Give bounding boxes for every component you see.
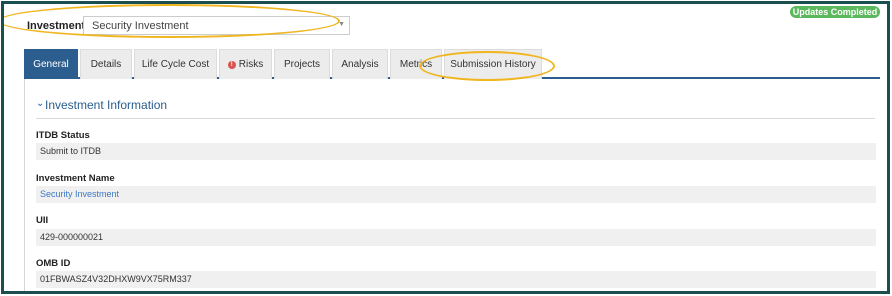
field-value-investment-name[interactable]: Security Investment	[36, 186, 876, 203]
section-title: Investment Information	[45, 98, 168, 112]
tab-analysis[interactable]: Analysis	[332, 49, 388, 79]
field-label-omb-id: OMB ID	[36, 258, 71, 269]
investment-select-value: Security Investment	[92, 20, 189, 32]
app-frame: Updates Completed Investment Security In…	[1, 1, 890, 294]
field-value-itdb-status: Submit to ITDB	[36, 143, 876, 160]
investment-label: Investment	[27, 20, 86, 32]
chevron-down-icon[interactable]: ▼	[338, 21, 345, 28]
alert-icon: !	[227, 61, 236, 69]
status-badge: Updates Completed	[790, 6, 880, 18]
tab-projects[interactable]: Projects	[274, 49, 330, 79]
field-label-uii: UII	[36, 215, 49, 226]
field-label-investment-name: Investment Name	[36, 173, 115, 184]
tab-life-cycle-cost-label: Life Cycle Cost	[141, 59, 210, 70]
section-header[interactable]: ⌄ Investment Information	[36, 97, 875, 119]
tab-metrics-label: Metrics	[399, 59, 433, 70]
field-value-uii: 429-000000021	[36, 229, 876, 246]
investment-select[interactable]: Security Investment ▼	[83, 16, 350, 35]
tab-submission-history[interactable]: Submission History	[444, 49, 542, 79]
tab-risks-label: Risks	[238, 59, 264, 70]
tab-metrics[interactable]: Metrics	[390, 49, 442, 79]
field-label-itdb-status: ITDB Status	[36, 130, 90, 141]
tab-details-label: Details	[90, 59, 122, 70]
chevron-down-icon[interactable]: ⌄	[36, 98, 44, 109]
general-panel: ⌄ Investment Information ITDB Status Sub…	[24, 79, 887, 291]
tab-projects-label: Projects	[283, 59, 321, 70]
tab-submission-history-label: Submission History	[450, 59, 536, 70]
tab-life-cycle-cost[interactable]: Life Cycle Cost	[134, 49, 217, 79]
field-value-omb-id: 01FBWASZ4V32DHXW9VX75RM337	[36, 271, 876, 288]
tab-general-label: General	[33, 59, 69, 70]
tab-bar: General Details Life Cycle Cost ! Risks P…	[24, 47, 880, 79]
tab-analysis-label: Analysis	[341, 59, 379, 70]
tab-risks[interactable]: ! Risks	[219, 49, 272, 79]
tab-general[interactable]: General	[24, 49, 78, 79]
tab-details[interactable]: Details	[80, 49, 132, 79]
